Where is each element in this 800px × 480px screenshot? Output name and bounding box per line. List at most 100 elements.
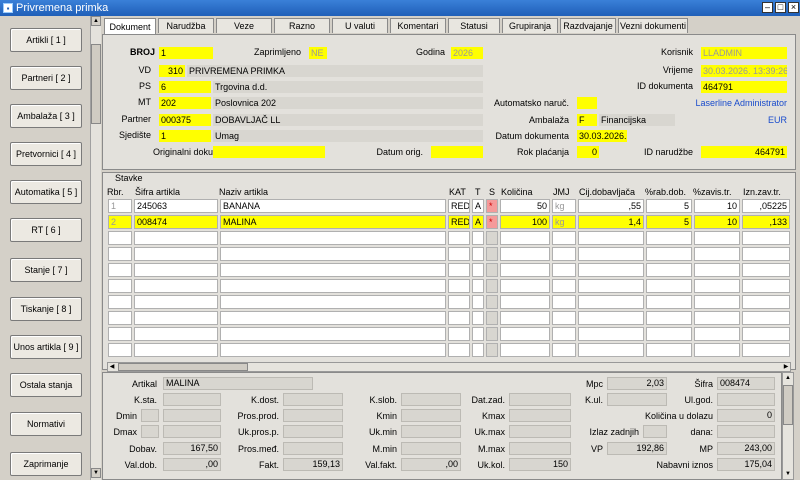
empty-cell[interactable] (108, 327, 132, 341)
col-header-naziv[interactable]: Naziv artikla (219, 187, 268, 197)
cell-rbr[interactable]: 2 (108, 215, 132, 229)
empty-cell[interactable] (552, 295, 576, 309)
empty-cell[interactable] (694, 247, 740, 261)
col-header-t[interactable]: T (475, 187, 481, 197)
tab-grupiranja[interactable]: Grupiranja (502, 18, 558, 33)
empty-cell[interactable] (646, 231, 692, 245)
cell-zav[interactable]: 10 (694, 215, 740, 229)
cell-cij[interactable]: ,55 (578, 199, 644, 213)
scroll-left-icon[interactable]: ◀ (108, 363, 116, 371)
scroll-down-icon[interactable]: ▼ (91, 468, 101, 478)
empty-cell[interactable] (448, 231, 470, 245)
empty-cell[interactable] (694, 343, 740, 357)
empty-cell[interactable] (578, 231, 644, 245)
korisnik-field[interactable]: LLADMIN (701, 47, 787, 59)
empty-cell[interactable] (500, 311, 550, 325)
empty-cell[interactable] (742, 295, 790, 309)
empty-cell[interactable] (472, 231, 484, 245)
empty-cell[interactable] (742, 263, 790, 277)
sidebar-button-pretvornici[interactable]: Pretvornici [ 4 ] (10, 142, 82, 166)
minimize-icon[interactable]: – (762, 2, 773, 13)
empty-cell[interactable] (220, 247, 446, 261)
empty-cell[interactable] (500, 263, 550, 277)
col-header-iznos[interactable]: Izn.zav.tr. (743, 187, 781, 197)
empty-cell[interactable] (134, 311, 218, 325)
cell-kat[interactable]: RED (448, 215, 470, 229)
empty-cell[interactable] (552, 231, 576, 245)
empty-cell[interactable] (646, 295, 692, 309)
col-header-jmj[interactable]: JMJ (553, 187, 570, 197)
empty-cell[interactable] (220, 295, 446, 309)
datum-dokumenta-field[interactable]: 30.03.2026. (577, 130, 627, 142)
empty-cell[interactable] (646, 263, 692, 277)
col-header-s[interactable]: S (489, 187, 495, 197)
empty-cell[interactable] (220, 343, 446, 357)
scroll-up-icon[interactable]: ▲ (91, 16, 101, 26)
empty-cell[interactable] (694, 327, 740, 341)
id-dokumenta-field[interactable]: 464791 (701, 81, 787, 93)
details-scroll-up-icon[interactable]: ▲ (783, 373, 793, 383)
empty-cell[interactable] (134, 279, 218, 293)
cell-izn[interactable]: ,05225 (742, 199, 790, 213)
empty-cell[interactable] (108, 247, 132, 261)
cell-jmj[interactable]: kg (552, 199, 576, 213)
empty-cell[interactable] (552, 311, 576, 325)
empty-cell[interactable] (500, 231, 550, 245)
cell-kol[interactable]: 50 (500, 199, 550, 213)
sidebar-scrollbar[interactable]: ▲ ▼ (90, 16, 101, 480)
maximize-icon[interactable]: □ (775, 2, 786, 13)
empty-cell[interactable] (694, 311, 740, 325)
sidebar-button-zaprimanje[interactable]: Zaprimanje (10, 452, 82, 476)
empty-cell[interactable] (472, 247, 484, 261)
cell-t[interactable]: A (472, 215, 484, 229)
empty-cell[interactable] (742, 327, 790, 341)
sidebar-button-ostala-stanja[interactable]: Ostala stanja (10, 373, 82, 397)
empty-cell[interactable] (694, 231, 740, 245)
cell-s[interactable]: * (486, 199, 498, 213)
empty-cell[interactable] (486, 263, 498, 277)
empty-cell[interactable] (108, 311, 132, 325)
empty-cell[interactable] (552, 279, 576, 293)
ps-code-field[interactable]: 6 (159, 81, 211, 93)
sidebar-button-artikli[interactable]: Artikli [ 1 ] (10, 28, 82, 52)
sjediste-code-field[interactable]: 1 (159, 130, 211, 142)
cell-s[interactable]: * (486, 215, 498, 229)
empty-cell[interactable] (742, 247, 790, 261)
col-header-rabat[interactable]: %rab.dob. (645, 187, 686, 197)
col-header-sifra[interactable]: Šifra artikla (135, 187, 180, 197)
empty-cell[interactable] (646, 327, 692, 341)
col-header-zavis[interactable]: %zavis.tr. (693, 187, 732, 197)
tab-vezni-dokumenti[interactable]: Vezni dokumenti (618, 18, 688, 33)
empty-cell[interactable] (500, 247, 550, 261)
empty-cell[interactable] (220, 327, 446, 341)
empty-cell[interactable] (448, 311, 470, 325)
empty-cell[interactable] (694, 295, 740, 309)
empty-cell[interactable] (134, 327, 218, 341)
empty-cell[interactable] (500, 327, 550, 341)
datum-orig-field[interactable] (431, 146, 483, 158)
cell-naziv[interactable]: MALINA (220, 215, 446, 229)
cell-rbr[interactable]: 1 (108, 199, 132, 213)
tab-veze[interactable]: Veze (216, 18, 272, 33)
ambalaza-code-field[interactable]: F (577, 114, 597, 126)
empty-cell[interactable] (578, 263, 644, 277)
sidebar-button-ambalaza[interactable]: Ambalaža [ 3 ] (10, 104, 82, 128)
scroll-right-icon[interactable]: ▶ (782, 363, 790, 371)
vd-code-field[interactable]: 310 (159, 65, 185, 77)
scroll-thumb[interactable] (91, 44, 101, 124)
empty-cell[interactable] (646, 279, 692, 293)
broj-field[interactable]: 1 (159, 47, 213, 59)
cell-rab[interactable]: 5 (646, 215, 692, 229)
empty-cell[interactable] (486, 247, 498, 261)
empty-cell[interactable] (578, 279, 644, 293)
empty-cell[interactable] (486, 279, 498, 293)
empty-cell[interactable] (694, 263, 740, 277)
empty-cell[interactable] (448, 327, 470, 341)
empty-cell[interactable] (134, 247, 218, 261)
cell-sifra[interactable]: 245063 (134, 199, 218, 213)
partner-code-field[interactable]: 000375 (159, 114, 211, 126)
empty-cell[interactable] (472, 263, 484, 277)
empty-cell[interactable] (220, 279, 446, 293)
empty-cell[interactable] (486, 311, 498, 325)
empty-cell[interactable] (578, 247, 644, 261)
